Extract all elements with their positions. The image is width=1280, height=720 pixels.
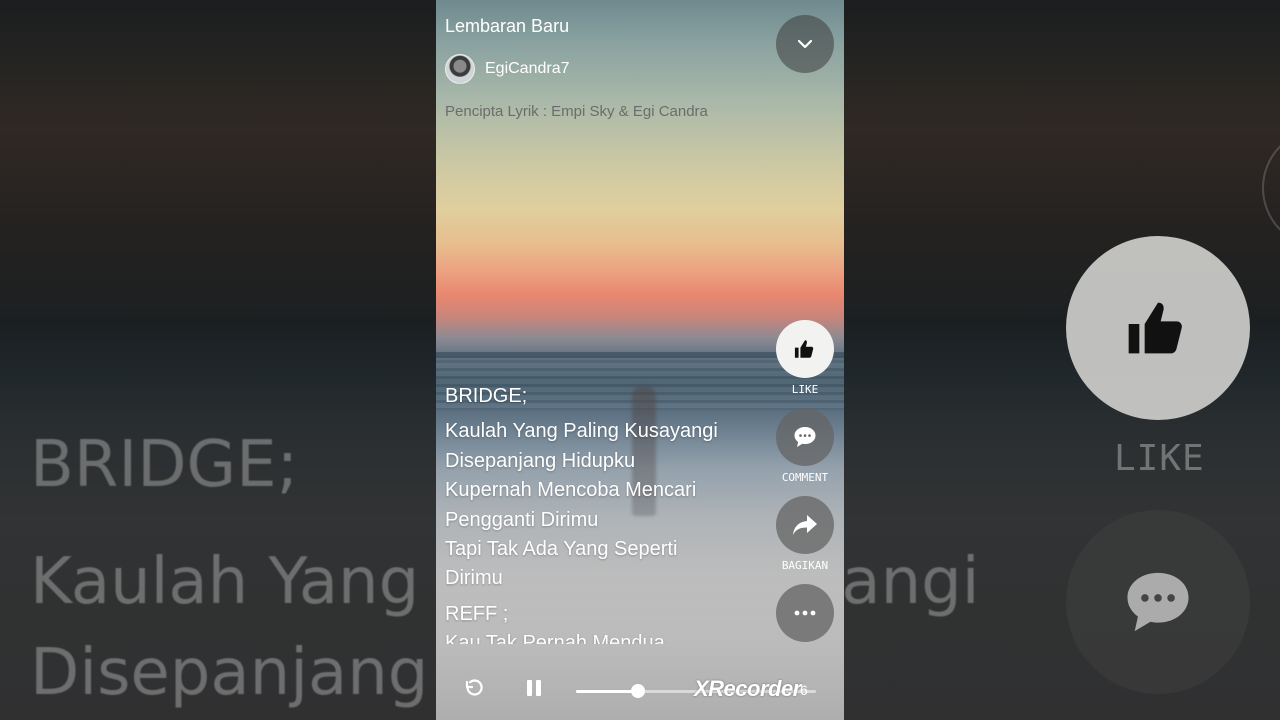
player-controls: XRecorder 6 [436,660,844,720]
backdrop-comment-circle [1066,510,1250,694]
username[interactable]: EgiCandra7 [485,60,570,78]
song-credit: Pencipta Lyrik : Empi Sky & Egi Candra [445,103,708,120]
backdrop-like-label: LIKE [1114,438,1205,479]
thumbs-up-icon [794,340,814,358]
lyrics-panel[interactable]: BRIDGE; Kaulah Yang Paling Kusayangi Dis… [445,378,765,644]
progress-fill [576,690,639,693]
recorder-watermark: XRecorder [694,676,801,701]
comment-bubble-icon [794,427,816,447]
lyric-line: Tapi Tak Ada Yang Seperti [445,538,678,561]
lyric-line: Kaulah Yang Paling Kusayangi [445,420,718,443]
lyric-line: Dirimu [445,567,503,590]
share-button[interactable] [776,496,834,554]
comment-label: COMMENT [781,471,829,484]
like-label: LIKE [791,383,819,396]
more-button[interactable] [776,584,834,642]
backdrop-comment-icon [1127,572,1189,632]
video-player[interactable]: Lembaran Baru EgiCandra7 Pencipta Lyrik … [436,0,844,720]
share-arrow-icon [793,515,817,535]
lyric-line: Disepanjang Hidupku [445,449,636,472]
more-action[interactable] [776,584,834,642]
like-action[interactable]: LIKE [776,320,834,396]
chevron-down-icon [797,39,813,49]
comment-button[interactable] [776,408,834,466]
more-dots-icon [794,610,816,616]
song-title: Lembaran Baru [445,16,570,36]
collapse-button[interactable] [776,15,834,73]
lyric-section-heading: REFF ; [445,602,509,625]
backdrop-section-text: BRIDGE; [30,428,299,502]
time-label: 6 [800,682,808,698]
progress-thumb[interactable] [631,684,646,698]
backdrop-like-circle [1066,236,1250,420]
lyric-section-heading: BRIDGE; [445,385,528,407]
comment-action[interactable]: COMMENT [776,408,834,484]
avatar[interactable] [445,54,475,84]
pause-icon[interactable] [522,676,546,700]
lyric-line: Kupernah Mencoba Mencari [445,479,697,502]
like-button[interactable] [776,320,834,378]
share-action[interactable]: BAGIKAN [776,496,834,572]
share-label: BAGIKAN [781,559,829,572]
lyric-line: Pengganti Dirimu [445,508,599,531]
lyric-line: Kau Tak Pernah Mendua [445,632,665,644]
uploader[interactable]: EgiCandra7 [445,54,570,84]
backdrop-thumbs-up-icon [1128,302,1182,354]
replay-icon[interactable] [462,676,486,700]
